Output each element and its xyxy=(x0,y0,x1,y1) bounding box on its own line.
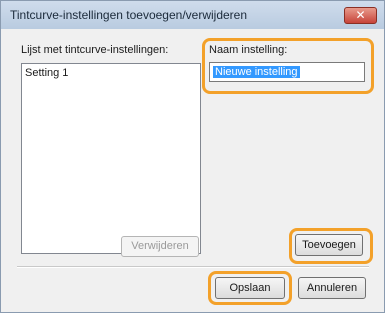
setting-name-input[interactable]: Nieuwe instelling xyxy=(209,62,365,82)
cancel-button[interactable]: Annuleren xyxy=(298,277,366,299)
add-button[interactable]: Toevoegen xyxy=(295,234,363,256)
setting-name-value: Nieuwe instelling xyxy=(213,66,300,78)
name-field-label: Naam instelling: xyxy=(209,44,288,56)
close-button[interactable]: ✕ xyxy=(344,7,377,24)
title-bar[interactable]: Tintcurve-instellingen toevoegen/verwijd… xyxy=(1,1,384,29)
settings-listbox[interactable]: Setting 1 xyxy=(21,63,201,254)
dialog-window: Tintcurve-instellingen toevoegen/verwijd… xyxy=(0,0,385,313)
list-item[interactable]: Setting 1 xyxy=(25,67,68,79)
window-title: Tintcurve-instellingen toevoegen/verwijd… xyxy=(10,8,248,22)
settings-list-label: Lijst met tintcurve-instellingen: xyxy=(21,44,169,56)
dialog-body: Lijst met tintcurve-instellingen: Settin… xyxy=(9,29,376,306)
delete-button[interactable]: Verwijderen xyxy=(121,236,199,257)
separator xyxy=(17,266,369,268)
close-icon: ✕ xyxy=(355,8,366,22)
save-button[interactable]: Opslaan xyxy=(215,277,285,299)
